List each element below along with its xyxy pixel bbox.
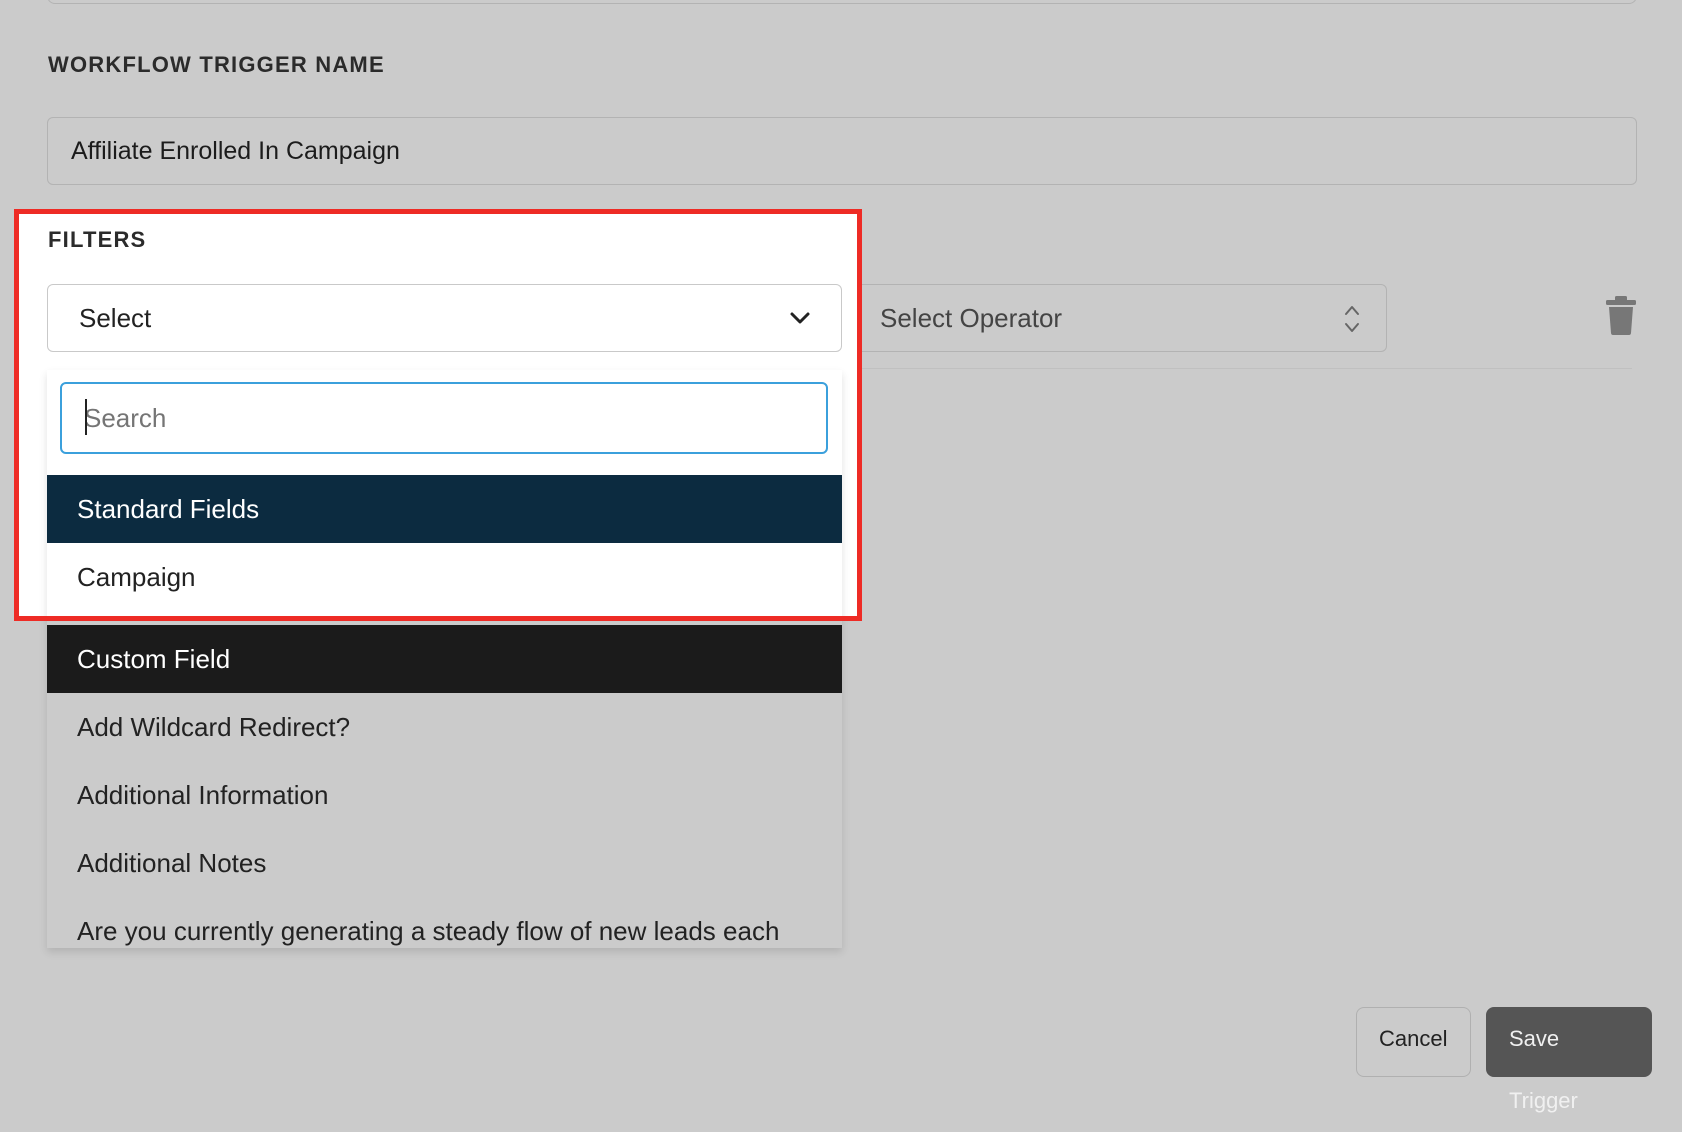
field-dropdown-menu: Standard Fields Campaign Custom Field Ad… <box>47 370 842 948</box>
group-header-standard-fields: Standard Fields <box>47 475 842 543</box>
previous-field-edge <box>47 0 1637 4</box>
option-steady-flow-question[interactable]: Are you currently generating a steady fl… <box>47 897 842 948</box>
filters-label: FILTERS <box>48 227 147 252</box>
operator-select[interactable]: Select Operator <box>860 284 1387 352</box>
trash-icon[interactable] <box>1605 295 1637 335</box>
cancel-button[interactable]: Cancel <box>1356 1007 1471 1077</box>
trigger-name-input[interactable]: Affiliate Enrolled In Campaign <box>47 117 1637 185</box>
save-trigger-button[interactable]: Save Trigger <box>1486 1007 1652 1113</box>
field-select[interactable]: Select <box>47 284 842 352</box>
trigger-name-label: WORKFLOW TRIGGER NAME <box>48 52 385 77</box>
option-additional-information[interactable]: Additional Information <box>47 761 842 829</box>
text-cursor <box>85 399 87 435</box>
option-campaign[interactable]: Campaign <box>47 543 842 611</box>
option-add-wildcard-redirect[interactable]: Add Wildcard Redirect? <box>47 693 842 761</box>
field-select-value: Select <box>79 303 152 333</box>
dropdown-search-input[interactable] <box>60 382 828 454</box>
up-down-arrows-icon <box>1345 306 1359 332</box>
option-additional-notes[interactable]: Additional Notes <box>47 829 842 897</box>
filter-row-divider <box>860 368 1632 369</box>
operator-select-placeholder: Select Operator <box>880 303 1063 333</box>
chevron-down-icon <box>790 312 810 324</box>
group-header-custom-field: Custom Field <box>47 625 842 693</box>
